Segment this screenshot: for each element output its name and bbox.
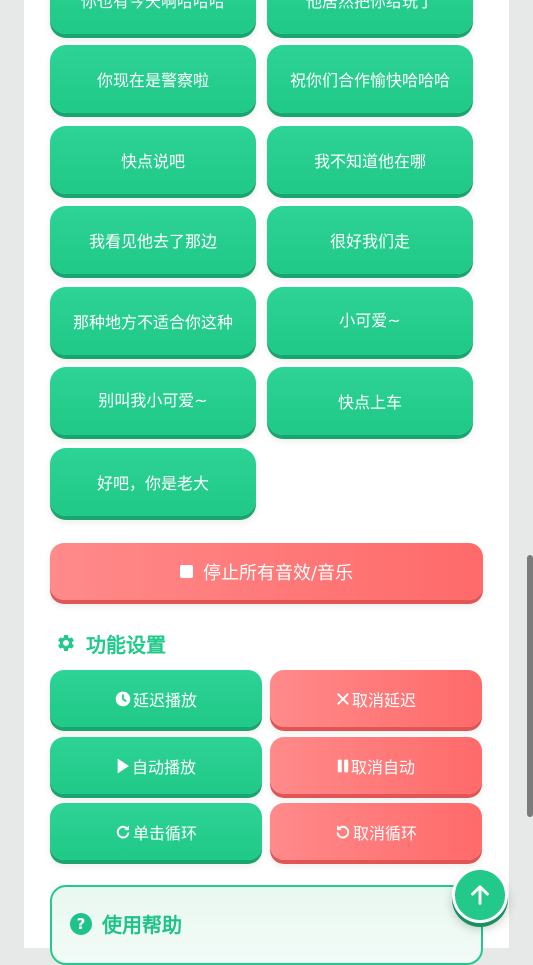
cancel-loop-button[interactable]: 取消循环	[270, 803, 482, 860]
sound-button[interactable]: 快点说吧	[50, 126, 256, 194]
single-loop-button[interactable]: 单击循环	[50, 803, 262, 860]
single-loop-label: 单击循环	[132, 823, 197, 843]
clock-icon	[115, 691, 131, 706]
sound-button[interactable]: 我看见他去了那边	[50, 206, 256, 274]
delay-play-button[interactable]: 延迟播放	[50, 670, 262, 727]
settings-title: 功能设置	[56, 629, 166, 657]
sound-button[interactable]: 那种地方不适合你这种	[50, 287, 256, 355]
stop-all-label: 停止所有音效/音乐	[202, 562, 354, 584]
stop-all-button[interactable]: 停止所有音效/音乐	[50, 543, 483, 600]
close-icon	[337, 692, 349, 705]
play-icon	[117, 758, 129, 773]
help-title: ? 使用帮助	[70, 909, 182, 938]
auto-play-button[interactable]: 自动播放	[50, 737, 262, 794]
sound-button-label: 快点上车	[337, 393, 402, 412]
sound-button[interactable]: 祝你们合作愉快哈哈哈	[267, 45, 473, 113]
cancel-auto-button[interactable]: 取消自动	[270, 737, 482, 794]
sound-button[interactable]: 他居然把你给玩了	[267, 0, 473, 34]
cancel-loop-label: 取消循环	[352, 823, 417, 843]
sound-button-label: 快点说吧	[120, 152, 185, 171]
sound-button[interactable]: 别叫我小可爱~	[50, 367, 256, 435]
sound-button[interactable]: 好吧，你是老大	[50, 448, 256, 516]
arrow-up-icon	[471, 885, 489, 905]
cancel-delay-label: 取消延迟	[351, 690, 416, 710]
sound-button-label: 他居然把你给玩了	[305, 0, 434, 11]
sound-button-label: 你也有今天啊哈哈哈	[80, 0, 225, 11]
undo-icon	[336, 824, 350, 838]
cancel-delay-button[interactable]: 取消延迟	[270, 670, 482, 727]
help-panel: ? 使用帮助	[50, 885, 483, 965]
sound-button[interactable]: 我不知道他在哪	[267, 126, 473, 194]
sound-button-label: 你现在是警察啦	[96, 71, 209, 90]
sound-button-label: 小可爱~	[339, 311, 401, 330]
settings-title-text: 功能设置	[86, 632, 166, 657]
sound-button-label: 我不知道他在哪	[313, 152, 426, 171]
cancel-auto-label: 取消自动	[350, 757, 415, 777]
pause-icon	[337, 759, 349, 772]
gear-icon	[58, 635, 74, 651]
help-title-text: 使用帮助	[102, 913, 182, 937]
sound-button-label: 别叫我小可爱~	[98, 391, 208, 410]
sound-button[interactable]: 很好我们走	[267, 206, 473, 274]
question-circle-icon: ?	[70, 912, 92, 935]
redo-icon	[116, 824, 130, 838]
stop-icon	[179, 565, 193, 578]
delay-play-label: 延迟播放	[132, 690, 197, 710]
sound-button[interactable]: 你现在是警察啦	[50, 45, 256, 113]
auto-play-label: 自动播放	[131, 757, 196, 777]
scrollbar-thumb[interactable]	[527, 555, 533, 817]
back-to-top-button[interactable]	[452, 867, 508, 923]
sound-button-label: 我看见他去了那边	[88, 232, 217, 251]
sound-button[interactable]: 快点上车	[267, 367, 473, 435]
sound-button-label: 那种地方不适合你这种	[72, 313, 233, 332]
sound-button[interactable]: 你也有今天啊哈哈哈	[50, 0, 256, 34]
sound-button-label: 好吧，你是老大	[96, 474, 209, 493]
sound-button[interactable]: 小可爱~	[267, 287, 473, 355]
sound-button-label: 很好我们走	[329, 232, 410, 251]
sound-button-label: 祝你们合作愉快哈哈哈	[289, 71, 450, 90]
